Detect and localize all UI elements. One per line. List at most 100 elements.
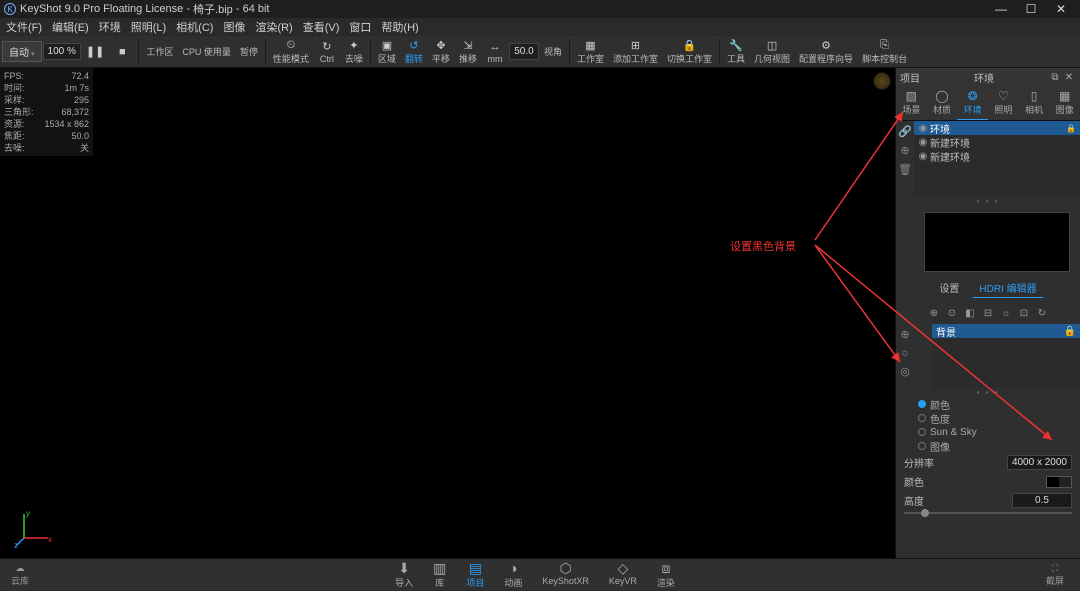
sun-icon[interactable]: ☼ [900, 347, 910, 359]
dolly-button[interactable]: ⇲推移 [455, 37, 481, 66]
hdri-tool-3[interactable]: ⊟ [981, 306, 995, 320]
env-item-1[interactable]: ◉新建环境 [914, 135, 1080, 149]
height-input[interactable]: 0.5 [1012, 493, 1072, 508]
toolbar: 自动 100 % ❚❚ ■ 工作区 CPU 使用量 暂停 ⏲性能模式 ↻Ctrl… [0, 36, 1080, 68]
tumble-button[interactable]: ↺翻转 [401, 37, 427, 66]
subtab-hdri-editor[interactable]: HDRI 编辑器 [973, 278, 1042, 298]
hdri-tool-4[interactable]: ☼ [999, 306, 1013, 320]
performance-mode-button[interactable]: ⏲性能模式 [269, 37, 313, 66]
resolution-input[interactable]: 4000 x 2000 [1007, 455, 1072, 470]
bottom-library[interactable]: ▥库 [425, 558, 454, 591]
pause2-button[interactable]: 暂停 [236, 44, 262, 59]
radio-image[interactable]: 图像 [918, 439, 1080, 453]
bottom-import[interactable]: ⬇导入 [387, 558, 421, 591]
wrench-icon: 🔧 [729, 38, 743, 52]
link-icon[interactable]: 🔗 [898, 125, 912, 138]
geometry-view-button[interactable]: ◫几何视图 [750, 37, 794, 66]
environment-icon: ❂ [968, 89, 978, 103]
tab-environment[interactable]: ❂环境 [957, 86, 988, 120]
env-side-icons: 🔗 ⊕ 🗑 [896, 121, 914, 197]
subtab-settings[interactable]: 设置 [933, 278, 965, 298]
radio-gradient[interactable]: 色度 [918, 411, 1080, 425]
menu-lighting[interactable]: 照明(L) [127, 19, 170, 35]
pause-button[interactable]: ❚❚ [82, 44, 108, 60]
scene-icon: ▧ [906, 89, 917, 103]
menu-edit[interactable]: 编辑(E) [48, 19, 93, 35]
tab-scene[interactable]: ▧场景 [896, 86, 927, 120]
pan-button[interactable]: ✥平移 [428, 37, 454, 66]
tab-lighting[interactable]: ♡照明 [988, 86, 1019, 120]
hdri-tool-2[interactable]: ◧ [963, 306, 977, 320]
cpu-usage-button[interactable]: CPU 使用量 [178, 44, 235, 59]
compass-widget[interactable] [873, 72, 891, 90]
ctrl-icon: ↻ [322, 40, 331, 54]
cloud-library-button[interactable]: ☁ 云库 [0, 563, 40, 587]
region-button[interactable]: ▣区域 [374, 37, 400, 66]
screenshot-button[interactable]: ⛶ 截屏 [1030, 563, 1080, 587]
panel-tabs: ▧场景 ◯材质 ❂环境 ♡照明 ▯相机 ▦图像 [896, 86, 1080, 121]
hdri-tool-0[interactable]: ⊕ [927, 306, 941, 320]
radio-color[interactable]: 颜色 [918, 397, 1080, 411]
focal-value-input[interactable]: 50.0 [509, 43, 539, 60]
add-studio-button[interactable]: ⊞添加工作室 [609, 37, 662, 66]
target-icon[interactable]: ◎ [900, 365, 910, 378]
setup-wizard-button[interactable]: ⚙配置程序向导 [795, 37, 857, 66]
tab-image[interactable]: ▦图像 [1049, 86, 1080, 120]
gauge-icon: ⏲ [287, 38, 296, 52]
panel-undock[interactable]: ⧉ [1048, 72, 1062, 83]
render-mode-dropdown[interactable]: 自动 [2, 41, 42, 62]
background-type-radios: 颜色 色度 Sun & Sky 图像 [918, 397, 1080, 453]
zoom-value[interactable]: 100 % [43, 43, 81, 60]
menu-file[interactable]: 文件(F) [2, 19, 46, 35]
hdri-tool-1[interactable]: ⊙ [945, 306, 959, 320]
color-swatch[interactable] [1046, 476, 1072, 488]
menu-view[interactable]: 查看(V) [299, 19, 344, 35]
grip-dots[interactable]: • • • [896, 197, 1080, 206]
environment-thumbnail[interactable] [924, 212, 1070, 272]
lock-icon[interactable]: 🔒 [1064, 326, 1076, 337]
denoise-icon: ✦ [349, 38, 358, 52]
bottom-keyshotxr[interactable]: ⬡KeyShotXR [534, 558, 597, 591]
bottom-keyvr[interactable]: ◇KeyVR [601, 558, 645, 591]
menu-environment[interactable]: 环境 [95, 19, 125, 35]
hdri-tool-6[interactable]: ↻ [1035, 306, 1049, 320]
trash-icon[interactable]: 🗑 [898, 163, 912, 176]
bg-item-0[interactable]: 背景🔒 [932, 324, 1080, 338]
bottom-render[interactable]: ⧈渲染 [649, 558, 683, 591]
add-bg-icon[interactable]: ⊕ [900, 328, 909, 341]
script-console-button[interactable]: ⎘脚本控制台 [858, 37, 911, 66]
pause-icon: ❚❚ [86, 45, 104, 59]
grip-dots-2[interactable]: • • • [896, 388, 1080, 397]
radio-sun-sky[interactable]: Sun & Sky [918, 425, 1080, 439]
denoise-button[interactable]: ✦去噪 [341, 37, 367, 66]
lock-icon[interactable]: 🔒 [1066, 124, 1078, 133]
menu-camera[interactable]: 相机(C) [172, 19, 217, 35]
menu-image[interactable]: 图像 [219, 19, 249, 35]
env-item-2[interactable]: ◉新建环境 [914, 149, 1080, 163]
add-env-icon[interactable]: ⊕ [900, 144, 909, 157]
ctrl-button[interactable]: ↻Ctrl [314, 39, 340, 65]
menu-help[interactable]: 帮助(H) [377, 19, 422, 35]
render-viewport[interactable]: FPS:72.4 时间:1m 7s 采样:295 三角形:68,372 资源:1… [0, 68, 895, 558]
tab-material[interactable]: ◯材质 [927, 86, 958, 120]
studio-button[interactable]: ▦工作室 [573, 37, 608, 66]
height-slider[interactable] [904, 512, 1072, 514]
bottom-project[interactable]: ▤项目 [458, 558, 492, 591]
tools-button[interactable]: 🔧工具 [723, 37, 749, 66]
window-close[interactable]: ✕ [1046, 2, 1076, 16]
menu-render[interactable]: 渲染(R) [251, 19, 296, 35]
stop-button[interactable]: ■ [109, 44, 135, 60]
tab-camera[interactable]: ▯相机 [1019, 86, 1050, 120]
menu-window[interactable]: 窗口 [345, 19, 375, 35]
panel-close[interactable]: ✕ [1062, 72, 1076, 83]
menu-bar: 文件(F) 编辑(E) 环境 照明(L) 相机(C) 图像 渲染(R) 查看(V… [0, 18, 1080, 36]
window-minimize[interactable]: — [986, 2, 1016, 16]
window-maximize[interactable]: ☐ [1016, 2, 1046, 16]
bottom-animation[interactable]: ◑动画 [496, 558, 530, 591]
hdri-tool-5[interactable]: ⊡ [1017, 306, 1031, 320]
env-item-0[interactable]: ◉环境🔒 [914, 121, 1080, 135]
perspective-button[interactable]: 视角 [540, 44, 566, 59]
render-stats: FPS:72.4 时间:1m 7s 采样:295 三角形:68,372 资源:1… [0, 68, 93, 156]
project-panel: 项目 环境 ⧉ ✕ ▧场景 ◯材质 ❂环境 ♡照明 ▯相机 ▦图像 🔗 ⊕ 🗑 … [895, 68, 1080, 558]
switch-studio-button[interactable]: 🔒切换工作室 [663, 37, 716, 66]
